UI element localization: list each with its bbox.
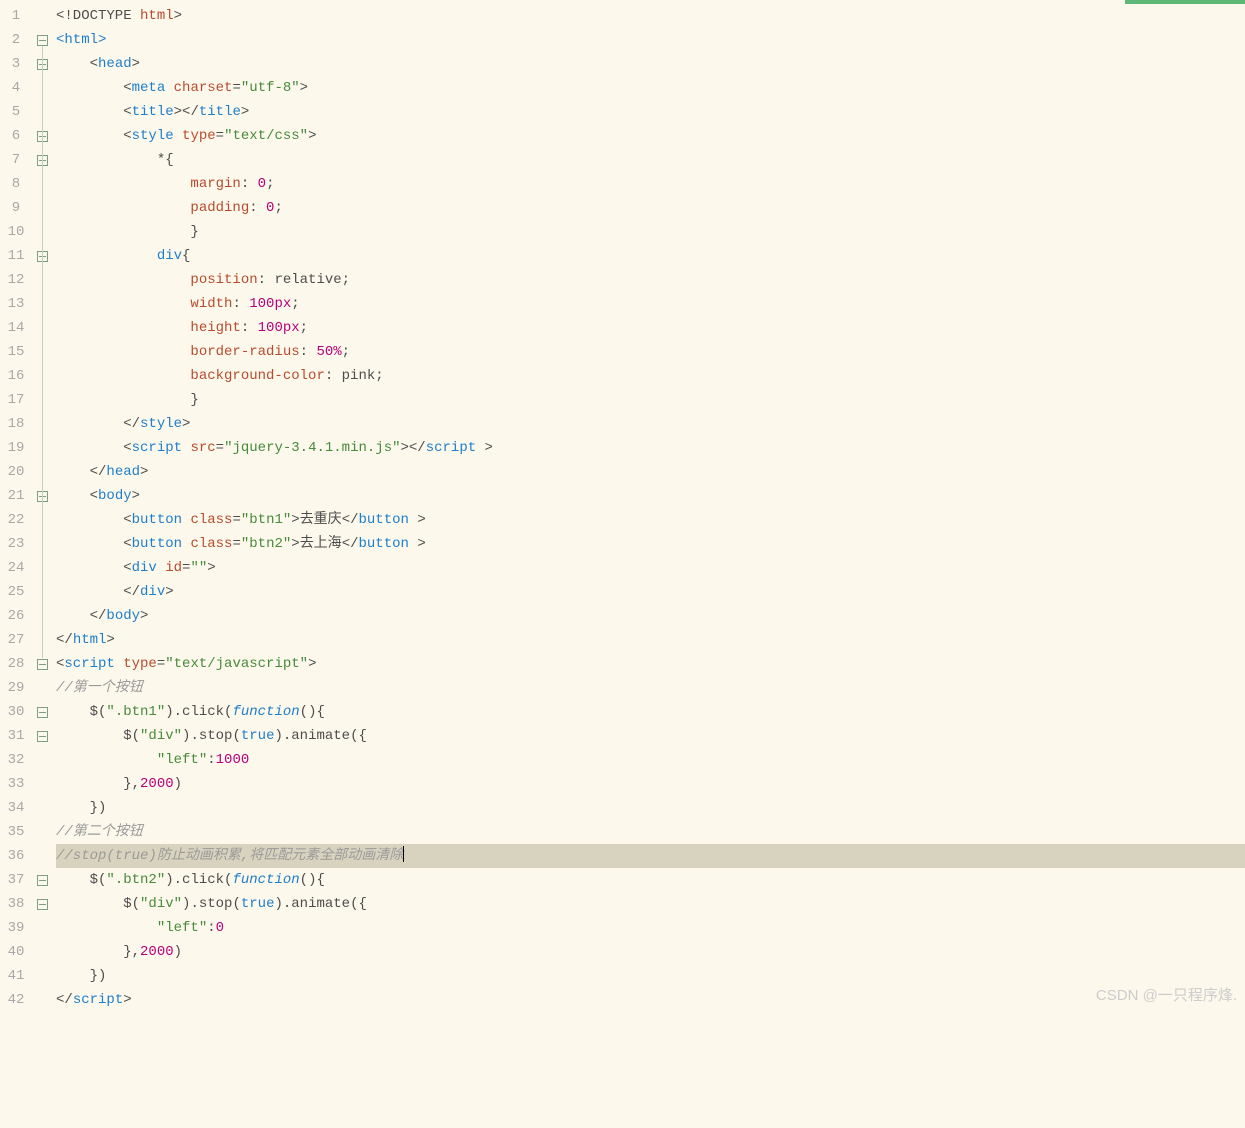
- code-line: }): [56, 964, 1245, 988]
- text-cursor: [403, 846, 404, 862]
- line-number: 9: [0, 196, 32, 220]
- code-line: div{: [56, 244, 1245, 268]
- line-number: 3: [0, 52, 32, 76]
- code-line: <script src="jquery-3.4.1.min.js"></scri…: [56, 436, 1245, 460]
- code-line: },2000): [56, 940, 1245, 964]
- line-number: 40: [0, 940, 32, 964]
- code-line: height: 100px;: [56, 316, 1245, 340]
- code-area[interactable]: <!DOCTYPE html> <html> <head> <meta char…: [56, 4, 1245, 1012]
- code-line: $("div").stop(true).animate({: [56, 892, 1245, 916]
- line-number: 35: [0, 820, 32, 844]
- code-line: <button class="btn2">去上海</button >: [56, 532, 1245, 556]
- code-line: <meta charset="utf-8">: [56, 76, 1245, 100]
- fold-toggle-icon[interactable]: [37, 707, 48, 718]
- code-line-current: //stop(true)防止动画积累,将匹配元素全部动画清除: [56, 844, 1245, 868]
- line-number: 32: [0, 748, 32, 772]
- line-number: 30: [0, 700, 32, 724]
- line-number: 10: [0, 220, 32, 244]
- line-number: 22: [0, 508, 32, 532]
- line-number: 16: [0, 364, 32, 388]
- fold-toggle-icon[interactable]: [37, 731, 48, 742]
- line-number: 19: [0, 436, 32, 460]
- code-line: }: [56, 388, 1245, 412]
- code-line: border-radius: 50%;: [56, 340, 1245, 364]
- line-number: 31: [0, 724, 32, 748]
- code-line: <head>: [56, 52, 1245, 76]
- code-line: padding: 0;: [56, 196, 1245, 220]
- code-line: </html>: [56, 628, 1245, 652]
- code-line: position: relative;: [56, 268, 1245, 292]
- code-line: <html>: [56, 28, 1245, 52]
- line-number-gutter: 1 2 3 4 5 6 7 8 9 10 11 12 13 14 15 16 1…: [0, 4, 32, 1012]
- code-line: "left":1000: [56, 748, 1245, 772]
- code-line: },2000): [56, 772, 1245, 796]
- line-number: 23: [0, 532, 32, 556]
- code-line: </head>: [56, 460, 1245, 484]
- code-line: $(".btn1").click(function(){: [56, 700, 1245, 724]
- line-number: 4: [0, 76, 32, 100]
- code-line: <div id="">: [56, 556, 1245, 580]
- code-line: </script>: [56, 988, 1245, 1012]
- code-line: </div>: [56, 580, 1245, 604]
- line-number: 39: [0, 916, 32, 940]
- line-number: 38: [0, 892, 32, 916]
- line-number: 1: [0, 4, 32, 28]
- code-editor[interactable]: 1 2 3 4 5 6 7 8 9 10 11 12 13 14 15 16 1…: [0, 4, 1245, 1012]
- code-line: </style>: [56, 412, 1245, 436]
- code-line: <script type="text/javascript">: [56, 652, 1245, 676]
- code-line: <style type="text/css">: [56, 124, 1245, 148]
- code-line: width: 100px;: [56, 292, 1245, 316]
- line-number: 14: [0, 316, 32, 340]
- line-number: 8: [0, 172, 32, 196]
- code-line: <button class="btn1">去重庆</button >: [56, 508, 1245, 532]
- watermark-text: CSDN @一只程序烽.: [1096, 984, 1237, 1008]
- fold-toggle-icon[interactable]: [37, 35, 48, 46]
- line-number: 6: [0, 124, 32, 148]
- code-line: <!DOCTYPE html>: [56, 4, 1245, 28]
- line-number: 33: [0, 772, 32, 796]
- code-line: background-color: pink;: [56, 364, 1245, 388]
- fold-toggle-icon[interactable]: [37, 659, 48, 670]
- line-number: 12: [0, 268, 32, 292]
- line-number: 36: [0, 844, 32, 868]
- fold-gutter: [32, 4, 56, 1012]
- fold-toggle-icon[interactable]: [37, 875, 48, 886]
- line-number: 2: [0, 28, 32, 52]
- fold-toggle-icon[interactable]: [37, 899, 48, 910]
- line-number: 17: [0, 388, 32, 412]
- line-number: 24: [0, 556, 32, 580]
- line-number: 28: [0, 652, 32, 676]
- line-number: 34: [0, 796, 32, 820]
- line-number: 5: [0, 100, 32, 124]
- code-line: "left":0: [56, 916, 1245, 940]
- line-number: 20: [0, 460, 32, 484]
- line-number: 37: [0, 868, 32, 892]
- code-line: </body>: [56, 604, 1245, 628]
- line-number: 11: [0, 244, 32, 268]
- code-line: }): [56, 796, 1245, 820]
- code-line: $("div").stop(true).animate({: [56, 724, 1245, 748]
- line-number: 21: [0, 484, 32, 508]
- code-line: }: [56, 220, 1245, 244]
- line-number: 29: [0, 676, 32, 700]
- code-line: //第二个按钮: [56, 820, 1245, 844]
- line-number: 7: [0, 148, 32, 172]
- line-number: 13: [0, 292, 32, 316]
- line-number: 18: [0, 412, 32, 436]
- line-number: 27: [0, 628, 32, 652]
- line-number: 26: [0, 604, 32, 628]
- code-line: *{: [56, 148, 1245, 172]
- line-number: 41: [0, 964, 32, 988]
- code-line: margin: 0;: [56, 172, 1245, 196]
- code-line: <body>: [56, 484, 1245, 508]
- code-line: //第一个按钮: [56, 676, 1245, 700]
- line-number: 42: [0, 988, 32, 1012]
- code-line: <title></title>: [56, 100, 1245, 124]
- code-line: $(".btn2").click(function(){: [56, 868, 1245, 892]
- line-number: 25: [0, 580, 32, 604]
- line-number: 15: [0, 340, 32, 364]
